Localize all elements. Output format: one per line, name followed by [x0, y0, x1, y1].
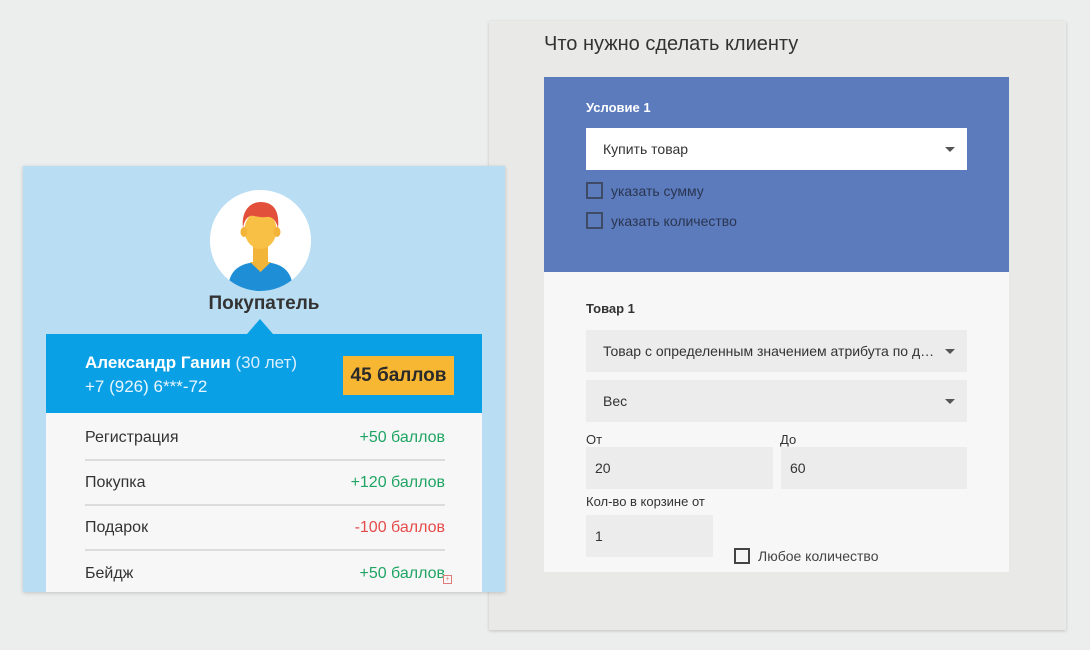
chevron-down-icon	[945, 399, 955, 404]
cart-qty-value: 1	[595, 528, 603, 544]
events-list: Регистрация +50 баллов Покупка +120 балл…	[46, 413, 482, 592]
pointer-arrow	[247, 319, 273, 334]
checkbox-icon	[734, 548, 750, 564]
resize-handle-icon[interactable]: +	[443, 575, 452, 584]
attribute-select[interactable]: Вес	[586, 380, 967, 422]
condition-label: Условие 1	[586, 100, 651, 115]
customer-name-line: Александр Ганин (30 лет)	[85, 353, 297, 373]
customer-card: Покупатель Александр Ганин (30 лет) +7 (…	[23, 166, 505, 592]
event-value: +120 баллов	[350, 473, 445, 491]
role-title: Покупатель	[208, 293, 320, 314]
points-badge: 45 баллов	[343, 356, 454, 395]
chevron-down-icon	[945, 147, 955, 152]
event-label: Покупка	[85, 473, 146, 491]
cart-qty-label: Кол-во в корзине от	[586, 494, 705, 509]
product-type-select[interactable]: Товар с определенным значением атрибута …	[586, 330, 967, 372]
quantity-checkbox-label: указать количество	[611, 212, 737, 229]
product-label: Товар 1	[586, 301, 635, 316]
any-quantity-checkbox[interactable]: Любое количество	[734, 548, 878, 564]
event-label: Подарок	[85, 518, 149, 536]
user-avatar-icon	[210, 190, 311, 291]
sum-checkbox-label: указать сумму	[611, 182, 704, 199]
customer-info-bar: Александр Ганин (30 лет) +7 (926) 6***-7…	[46, 334, 482, 413]
quantity-checkbox[interactable]: указать количество	[586, 212, 737, 229]
action-select[interactable]: Купить товар	[586, 128, 967, 170]
sum-checkbox[interactable]: указать сумму	[586, 182, 704, 199]
event-value: +50 баллов	[359, 428, 445, 446]
action-select-value: Купить товар	[603, 141, 689, 157]
event-value: +50 баллов	[359, 564, 445, 582]
panel-title: Что нужно сделать клиенту	[544, 33, 799, 55]
list-item: Подарок -100 баллов	[85, 506, 445, 551]
condition-card: Условие 1 Купить товар указать сумму ука…	[544, 77, 1009, 272]
product-type-value: Товар с определенным значением атрибута …	[603, 343, 938, 359]
to-label: До	[780, 432, 797, 447]
from-input[interactable]: 20	[586, 447, 773, 489]
cart-qty-input[interactable]: 1	[586, 515, 713, 557]
event-label: Бейдж	[85, 564, 134, 582]
customer-name: Александр Ганин	[85, 353, 231, 372]
customer-phone: +7 (926) 6***-72	[85, 377, 208, 396]
customer-age: (30 лет)	[235, 353, 298, 372]
attribute-value: Вес	[603, 393, 628, 409]
checkbox-icon	[586, 182, 603, 199]
from-input-value: 20	[595, 460, 611, 476]
list-item: Покупка +120 баллов	[85, 461, 445, 506]
product-card: Товар 1 Товар с определенным значением а…	[544, 272, 1009, 572]
to-input[interactable]: 60	[781, 447, 967, 489]
event-label: Регистрация	[85, 428, 179, 446]
list-item: Регистрация +50 баллов	[85, 416, 445, 461]
task-panel: Что нужно сделать клиенту Условие 1 Купи…	[489, 21, 1066, 630]
chevron-down-icon	[945, 349, 955, 354]
from-label: От	[586, 432, 603, 447]
checkbox-icon	[586, 212, 603, 229]
list-item: Бейдж +50 баллов	[85, 551, 445, 592]
to-input-value: 60	[790, 460, 806, 476]
event-value: -100 баллов	[354, 518, 445, 536]
any-quantity-label: Любое количество	[758, 548, 879, 564]
